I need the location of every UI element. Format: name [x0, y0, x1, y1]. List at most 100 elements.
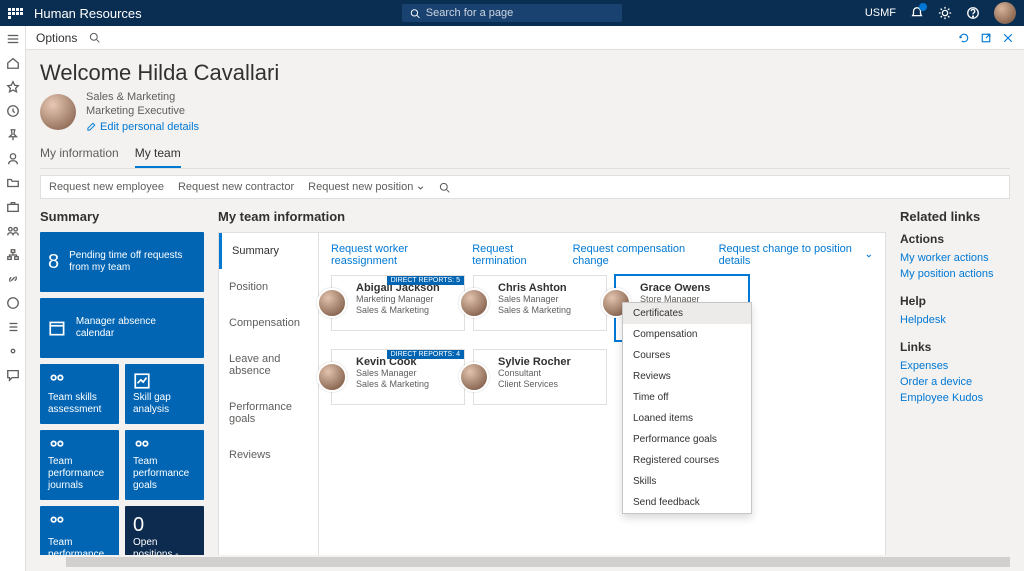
- link-expenses[interactable]: Expenses: [900, 360, 1010, 372]
- person-card[interactable]: Chris AshtonSales ManagerSales & Marketi…: [473, 275, 607, 331]
- teamnav-summary[interactable]: Summary: [219, 233, 318, 269]
- avatar: [459, 362, 489, 392]
- link-position-actions[interactable]: My position actions: [900, 268, 1010, 280]
- link-helpdesk[interactable]: Helpdesk: [900, 314, 1010, 326]
- link-order-device[interactable]: Order a device: [900, 376, 1010, 388]
- user-avatar[interactable]: [994, 2, 1016, 24]
- chart-icon: [133, 372, 151, 390]
- person-header: Sales & Marketing Marketing Executive Ed…: [40, 90, 1010, 134]
- people-grid: DIRECT REPORTS: 5Abigail JacksonMarketin…: [331, 275, 873, 405]
- tile-team-skills[interactable]: Team skills assessment: [40, 364, 119, 424]
- menu-performance-goals[interactable]: Performance goals: [623, 429, 751, 450]
- rail-comment-icon[interactable]: [6, 368, 20, 382]
- rail-briefcase-icon[interactable]: [6, 200, 20, 214]
- people-icon: [133, 438, 151, 456]
- calendar-icon: [48, 319, 66, 337]
- links-heading: Links: [900, 340, 1010, 354]
- request-reassignment-link[interactable]: Request worker reassignment: [331, 243, 456, 267]
- team-info-card: Summary Position Compensation Leave and …: [218, 232, 886, 555]
- rail-pin-icon[interactable]: [6, 128, 20, 142]
- notification-icon[interactable]: [910, 6, 924, 20]
- page-title: Welcome Hilda Cavallari: [40, 60, 1010, 86]
- menu-compensation[interactable]: Compensation: [623, 324, 751, 345]
- rail-group-icon[interactable]: [6, 224, 20, 238]
- avatar: [317, 362, 347, 392]
- rail-menu-icon[interactable]: [6, 32, 20, 46]
- request-termination-link[interactable]: Request termination: [472, 243, 556, 267]
- details-dropdown-menu: Certificates Compensation Courses Review…: [622, 302, 752, 514]
- rail-link-icon[interactable]: [6, 272, 20, 286]
- rail-settings-icon[interactable]: [6, 344, 20, 358]
- person-card[interactable]: DIRECT REPORTS: 5Abigail JacksonMarketin…: [331, 275, 465, 331]
- menu-reviews[interactable]: Reviews: [623, 366, 751, 387]
- rail-folder-icon[interactable]: [6, 176, 20, 190]
- request-new-position-link[interactable]: Request new position: [308, 181, 425, 193]
- page-tabs: My information My team: [40, 140, 1010, 169]
- request-comp-change-link[interactable]: Request compensation change: [573, 243, 703, 267]
- people-icon: [48, 514, 66, 532]
- tile-perf-reviews[interactable]: Team performance reviews: [40, 506, 119, 555]
- rail-list-icon[interactable]: [6, 320, 20, 334]
- summary-heading: Summary: [40, 209, 204, 224]
- rail-question-icon[interactable]: [6, 296, 20, 310]
- gear-icon[interactable]: [938, 6, 952, 20]
- menu-loaned-items[interactable]: Loaned items: [623, 408, 751, 429]
- app-title: Human Resources: [34, 6, 142, 21]
- request-new-employee-link[interactable]: Request new employee: [49, 181, 164, 193]
- avatar: [317, 288, 347, 318]
- teamnav-position[interactable]: Position: [219, 269, 318, 305]
- global-search[interactable]: [402, 4, 622, 22]
- teamnav-compensation[interactable]: Compensation: [219, 305, 318, 341]
- team-card-nav: Summary Position Compensation Leave and …: [219, 233, 319, 555]
- tile-perf-goals[interactable]: Team performance goals: [125, 430, 204, 500]
- menu-time-off[interactable]: Time off: [623, 387, 751, 408]
- help-heading: Help: [900, 294, 1010, 308]
- left-nav-rail: [0, 26, 26, 571]
- menu-registered-courses[interactable]: Registered courses: [623, 450, 751, 471]
- teamnav-leave[interactable]: Leave and absence: [219, 341, 318, 389]
- close-icon[interactable]: [1002, 32, 1014, 44]
- teamnav-performance[interactable]: Performance goals: [219, 389, 318, 437]
- link-worker-actions[interactable]: My worker actions: [900, 252, 1010, 264]
- menu-certificates[interactable]: Certificates: [623, 303, 751, 324]
- rail-people-icon[interactable]: [6, 152, 20, 166]
- options-button[interactable]: Options: [36, 31, 77, 45]
- edit-personal-details-link[interactable]: Edit personal details: [86, 120, 199, 134]
- request-position-change-link[interactable]: Request change to position details: [719, 243, 873, 267]
- search-small-icon[interactable]: [89, 32, 100, 43]
- tile-pending-time-off[interactable]: 8 Pending time off requests from my team: [40, 232, 204, 292]
- menu-courses[interactable]: Courses: [623, 345, 751, 366]
- search-icon[interactable]: [439, 182, 450, 193]
- popout-icon[interactable]: [980, 32, 992, 44]
- tile-open-positions[interactable]: 0Open positions - Direct reports: [125, 506, 204, 555]
- people-icon: [48, 372, 66, 390]
- help-icon[interactable]: [966, 6, 980, 20]
- tile-absence-calendar[interactable]: Manager absence calendar: [40, 298, 204, 358]
- person-card[interactable]: DIRECT REPORTS: 4Kevin CookSales Manager…: [331, 349, 465, 405]
- search-icon: [410, 8, 420, 19]
- teamnav-reviews[interactable]: Reviews: [219, 437, 318, 473]
- person-card[interactable]: Sylvie RocherConsultantClient Services: [473, 349, 607, 405]
- tab-my-team[interactable]: My team: [135, 140, 181, 168]
- tile-skill-gap[interactable]: Skill gap analysis: [125, 364, 204, 424]
- horizontal-scrollbar[interactable]: [66, 557, 1010, 567]
- rail-org-icon[interactable]: [6, 248, 20, 262]
- person-dept: Sales & Marketing: [86, 90, 199, 104]
- tile-perf-journals[interactable]: Team performance journals: [40, 430, 119, 500]
- link-employee-kudos[interactable]: Employee Kudos: [900, 392, 1010, 404]
- team-action-bar: Request new employee Request new contrac…: [40, 175, 1010, 199]
- options-bar: Options: [26, 26, 1024, 50]
- app-launcher-icon[interactable]: [8, 8, 24, 19]
- menu-send-feedback[interactable]: Send feedback: [623, 492, 751, 513]
- actions-heading: Actions: [900, 232, 1010, 246]
- company-code[interactable]: USMF: [865, 7, 896, 19]
- search-input[interactable]: [426, 7, 614, 19]
- refresh-icon[interactable]: [958, 32, 970, 44]
- rail-home-icon[interactable]: [6, 56, 20, 70]
- rail-clock-icon[interactable]: [6, 104, 20, 118]
- rail-star-icon[interactable]: [6, 80, 20, 94]
- avatar: [459, 288, 489, 318]
- request-new-contractor-link[interactable]: Request new contractor: [178, 181, 294, 193]
- tab-my-information[interactable]: My information: [40, 140, 119, 168]
- menu-skills[interactable]: Skills: [623, 471, 751, 492]
